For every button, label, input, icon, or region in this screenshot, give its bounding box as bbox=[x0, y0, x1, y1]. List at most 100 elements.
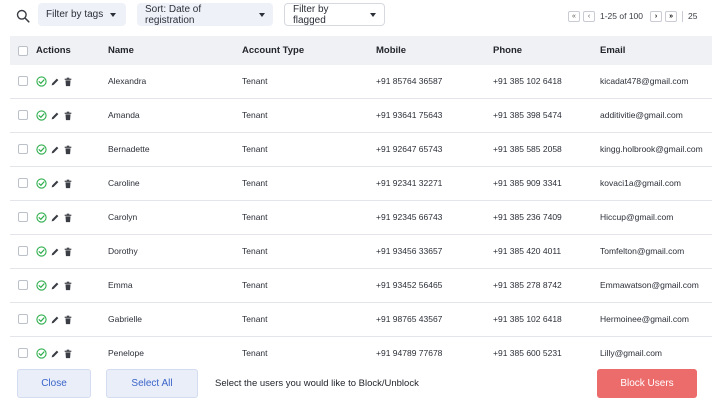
pagination: « ‹ 1-25 of 100 › » 25 bbox=[568, 9, 697, 23]
cell-mobile: +91 92647 65743 bbox=[376, 144, 443, 154]
row-actions bbox=[36, 314, 76, 325]
search-button[interactable] bbox=[12, 5, 34, 27]
cell-email: kovaci1a@gmail.com bbox=[600, 178, 681, 188]
check-circle-icon[interactable] bbox=[36, 76, 47, 87]
check-circle-icon[interactable] bbox=[36, 144, 47, 155]
trash-icon[interactable] bbox=[63, 247, 73, 257]
table-row: Alexandra Tenant +91 85764 36587 +91 385 10… bbox=[10, 65, 712, 99]
trash-icon[interactable] bbox=[63, 145, 73, 155]
check-circle-icon[interactable] bbox=[36, 280, 47, 291]
pencil-icon[interactable] bbox=[50, 145, 60, 155]
row-checkbox[interactable] bbox=[18, 314, 28, 324]
row-actions bbox=[36, 76, 76, 87]
row-checkbox[interactable] bbox=[18, 212, 28, 222]
block-users-button[interactable]: Block Users bbox=[597, 369, 697, 398]
trash-icon[interactable] bbox=[63, 213, 73, 223]
trash-icon[interactable] bbox=[63, 349, 73, 359]
table-header: Actions Name Account Type Mobile Phone E… bbox=[10, 36, 712, 65]
row-checkbox[interactable] bbox=[18, 348, 28, 358]
table-row: Amanda Tenant +91 93641 75643 +91 385 398 5… bbox=[10, 99, 712, 133]
table-row: Emma Tenant +91 93452 56465 +91 385 278 874… bbox=[10, 269, 712, 303]
pencil-icon[interactable] bbox=[50, 349, 60, 359]
table-row: Caroline Tenant +91 92341 32271 +91 385 909… bbox=[10, 167, 712, 201]
header-account-type[interactable]: Account Type bbox=[242, 36, 304, 65]
row-actions bbox=[36, 348, 76, 359]
cell-account-type: Tenant bbox=[242, 178, 268, 188]
instruction-text: Select the users you would like to Block… bbox=[215, 378, 419, 389]
cell-name: Amanda bbox=[108, 110, 140, 120]
first-page-button[interactable]: « bbox=[568, 10, 580, 22]
trash-icon[interactable] bbox=[63, 77, 73, 87]
trash-icon[interactable] bbox=[63, 281, 73, 291]
cell-phone: +91 385 398 5474 bbox=[493, 110, 562, 120]
per-page-selector[interactable]: 25 bbox=[688, 11, 697, 21]
check-circle-icon[interactable] bbox=[36, 348, 47, 359]
check-circle-icon[interactable] bbox=[36, 110, 47, 121]
row-checkbox[interactable] bbox=[18, 110, 28, 120]
trash-icon[interactable] bbox=[63, 315, 73, 325]
filter-by-tags-label: Filter by tags bbox=[46, 9, 104, 20]
cell-name: Gabrielle bbox=[108, 314, 143, 324]
cell-mobile: +91 92345 66743 bbox=[376, 212, 443, 222]
chevron-down-icon bbox=[259, 12, 265, 17]
cell-mobile: +91 85764 36587 bbox=[376, 76, 443, 86]
cell-phone: +91 385 585 2058 bbox=[493, 144, 562, 154]
row-checkbox[interactable] bbox=[18, 178, 28, 188]
cell-name: Alexandra bbox=[108, 76, 147, 86]
header-name[interactable]: Name bbox=[108, 36, 134, 65]
pencil-icon[interactable] bbox=[50, 281, 60, 291]
cell-phone: +91 385 909 3341 bbox=[493, 178, 562, 188]
row-actions bbox=[36, 280, 76, 291]
cell-email: Tomfelton@gmail.com bbox=[600, 246, 685, 256]
header-actions: Actions bbox=[36, 45, 71, 56]
table-row: Dorothy Tenant +91 93456 33657 +91 385 420 … bbox=[10, 235, 712, 269]
row-checkbox[interactable] bbox=[18, 280, 28, 290]
cell-phone: +91 385 420 4011 bbox=[493, 246, 562, 256]
cell-name: Bernadette bbox=[108, 144, 150, 154]
prev-page-button[interactable]: ‹ bbox=[583, 10, 595, 22]
cell-mobile: +91 93456 33657 bbox=[376, 246, 443, 256]
cell-account-type: Tenant bbox=[242, 280, 268, 290]
cell-mobile: +91 93452 56465 bbox=[376, 280, 443, 290]
pencil-icon[interactable] bbox=[50, 179, 60, 189]
pencil-icon[interactable] bbox=[50, 213, 60, 223]
check-circle-icon[interactable] bbox=[36, 212, 47, 223]
row-checkbox[interactable] bbox=[18, 144, 28, 154]
sort-dropdown[interactable]: Sort: Date of registration bbox=[137, 3, 273, 26]
cell-phone: +91 385 278 8742 bbox=[493, 280, 562, 290]
filter-by-flagged-dropdown[interactable]: Filter by flagged bbox=[284, 3, 385, 26]
trash-icon[interactable] bbox=[63, 179, 73, 189]
table-row: Carolyn Tenant +91 92345 66743 +91 385 236 … bbox=[10, 201, 712, 235]
cell-name: Caroline bbox=[108, 178, 140, 188]
header-phone[interactable]: Phone bbox=[493, 36, 522, 65]
cell-mobile: +91 98765 43567 bbox=[376, 314, 443, 324]
header-email[interactable]: Email bbox=[600, 36, 625, 65]
cell-account-type: Tenant bbox=[242, 110, 268, 120]
row-checkbox[interactable] bbox=[18, 76, 28, 86]
check-circle-icon[interactable] bbox=[36, 314, 47, 325]
close-button[interactable]: Close bbox=[17, 369, 91, 398]
last-page-button[interactable]: » bbox=[665, 10, 678, 22]
page-range: 1-25 of 100 bbox=[600, 11, 644, 21]
next-page-button[interactable]: › bbox=[650, 10, 663, 22]
row-actions bbox=[36, 110, 76, 121]
filter-by-tags-dropdown[interactable]: Filter by tags bbox=[38, 3, 126, 26]
pencil-icon[interactable] bbox=[50, 247, 60, 257]
pencil-icon[interactable] bbox=[50, 111, 60, 121]
select-all-checkbox[interactable] bbox=[18, 46, 28, 56]
check-circle-icon[interactable] bbox=[36, 178, 47, 189]
cell-email: additivitie@gmail.com bbox=[600, 110, 683, 120]
select-all-button[interactable]: Select All bbox=[106, 369, 198, 398]
row-checkbox[interactable] bbox=[18, 246, 28, 256]
check-circle-icon[interactable] bbox=[36, 246, 47, 257]
header-mobile[interactable]: Mobile bbox=[376, 36, 406, 65]
row-actions bbox=[36, 212, 76, 223]
filter-by-flagged-label: Filter by flagged bbox=[293, 3, 329, 26]
row-actions bbox=[36, 178, 76, 189]
pencil-icon[interactable] bbox=[50, 77, 60, 87]
trash-icon[interactable] bbox=[63, 111, 73, 121]
cell-name: Dorothy bbox=[108, 246, 138, 256]
toolbar: Filter by tags Sort: Date of registratio… bbox=[0, 0, 712, 33]
pencil-icon[interactable] bbox=[50, 315, 60, 325]
cell-phone: +91 385 236 7409 bbox=[493, 212, 562, 222]
